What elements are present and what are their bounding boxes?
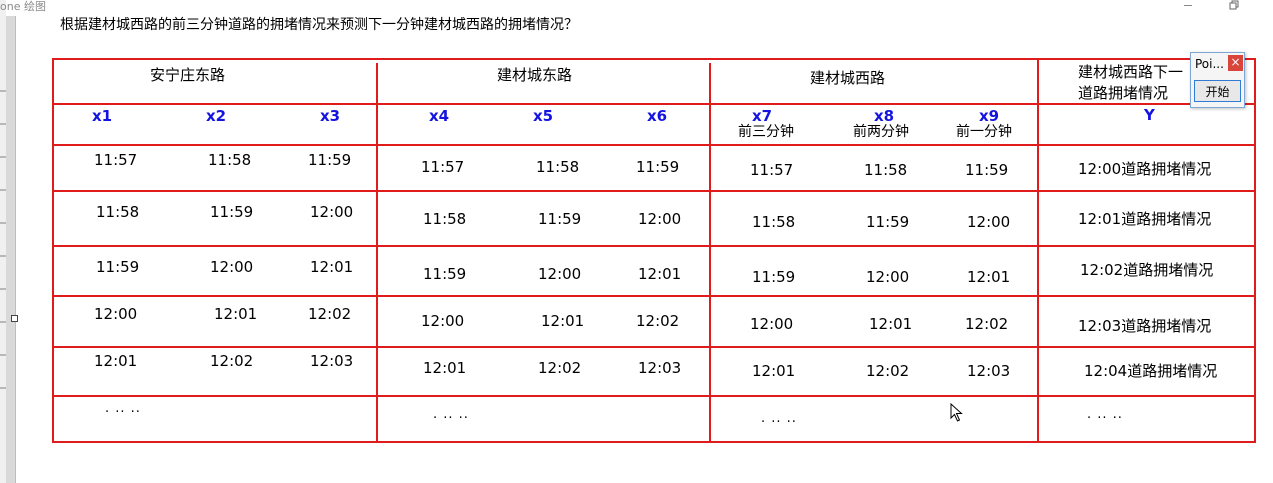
table-cell: 12:01道路拥堵情况 xyxy=(1078,210,1212,228)
group-header-jiancaicheng-west: 建材城西路 xyxy=(810,69,886,87)
group-header-anningzhuang-east: 安宁庄东路 xyxy=(150,66,226,84)
var-x4: x4 xyxy=(429,107,450,125)
table-cell: 12:00 xyxy=(750,315,794,333)
table-cell: 11:58 xyxy=(752,213,796,231)
table-cell: 12:00 xyxy=(210,258,254,276)
table-cell: 11:59 xyxy=(636,158,680,176)
var-x6: x6 xyxy=(647,107,668,125)
table-cell: 12:00 xyxy=(310,203,354,221)
table-cell: 11:57 xyxy=(421,158,465,176)
group-header-jiancaicheng-east: 建材城东路 xyxy=(497,66,573,84)
table-cell: 12:02 xyxy=(308,305,352,323)
table-cell: 12:01 xyxy=(967,268,1011,286)
table-cell: 11:59 xyxy=(210,203,254,221)
table-cell: 12:01 xyxy=(869,315,913,333)
point-popup-window[interactable]: Poi... × 开始 xyxy=(1190,52,1245,108)
table-cell: 12:00 xyxy=(866,268,910,286)
close-button[interactable]: × xyxy=(1228,55,1243,71)
var-x2: x2 xyxy=(206,107,227,125)
resize-handle[interactable] xyxy=(11,315,18,322)
table-cell: 11:59 xyxy=(538,210,582,228)
var-x1: x1 xyxy=(92,107,113,125)
table-cell: 12:01 xyxy=(541,312,585,330)
ellipsis: . .. .. xyxy=(105,401,141,416)
var-x7: x7 xyxy=(752,107,773,125)
table-cell: 12:02道路拥堵情况 xyxy=(1080,261,1214,279)
table-cell: 11:59 xyxy=(423,265,467,283)
table-cell: 11:58 xyxy=(864,161,908,179)
ellipsis: . .. .. xyxy=(433,407,469,422)
table-cell: 11:59 xyxy=(96,258,140,276)
var-x3: x3 xyxy=(320,107,341,125)
table-cell: 12:01 xyxy=(310,258,354,276)
var-y: Y xyxy=(1144,106,1155,124)
mouse-cursor-icon xyxy=(950,403,963,422)
var-x9: x9 xyxy=(979,107,1000,125)
table-cell: 12:01 xyxy=(94,352,138,370)
table-cell: 11:58 xyxy=(208,151,252,169)
table-cell: 12:03 xyxy=(967,362,1011,380)
var-x8: x8 xyxy=(874,107,895,125)
var-x5: x5 xyxy=(533,107,554,125)
table-cell: 12:04道路拥堵情况 xyxy=(1084,362,1218,380)
table-cell: 12:03 xyxy=(310,352,354,370)
table-cell: 12:00 xyxy=(638,210,682,228)
table-cell: 11:59 xyxy=(752,268,796,286)
table-cell: 12:02 xyxy=(965,315,1009,333)
minimize-icon[interactable] xyxy=(1184,5,1192,6)
group-header-congestion: 道路拥堵情况 xyxy=(1078,84,1169,102)
table-cell: 11:59 xyxy=(866,213,910,231)
table-cell: 12:02 xyxy=(866,362,910,380)
var-x8-sub: 前两分钟 xyxy=(853,124,909,140)
ellipsis: . .. .. xyxy=(761,411,797,426)
table-cell: 12:01 xyxy=(638,265,682,283)
table-cell: 12:00道路拥堵情况 xyxy=(1078,160,1212,178)
table-cell: 11:58 xyxy=(96,203,140,221)
table-cell: 12:01 xyxy=(752,362,796,380)
var-x7-sub: 前三分钟 xyxy=(738,124,794,140)
table-cell: 12:00 xyxy=(967,213,1011,231)
table-cell: 12:01 xyxy=(214,305,258,323)
table-cell: 11:58 xyxy=(536,158,580,176)
var-x9-sub: 前一分钟 xyxy=(956,124,1012,140)
table-cell: 11:58 xyxy=(423,210,467,228)
table-cell: 12:00 xyxy=(421,312,465,330)
table-cell: 12:01 xyxy=(423,359,467,377)
table-cell: 12:00 xyxy=(94,305,138,323)
restore-icon[interactable] xyxy=(1229,0,1239,10)
table-cell: 12:02 xyxy=(210,352,254,370)
start-button[interactable]: 开始 xyxy=(1194,80,1241,102)
ellipsis: . .. .. xyxy=(1087,407,1123,422)
table-cell: 11:59 xyxy=(965,161,1009,179)
left-ruler xyxy=(6,16,16,483)
table-cell: 12:02 xyxy=(636,312,680,330)
popup-title: Poi... xyxy=(1195,57,1224,71)
table-cell: 12:02 xyxy=(538,359,582,377)
table-cell: 11:57 xyxy=(94,151,138,169)
question-text: 根据建材城西路的前三分钟道路的拥堵情况来预测下一分钟建材城西路的拥堵情况？ xyxy=(60,17,578,33)
window-title: one 绘图 xyxy=(0,0,46,13)
table-cell: 11:59 xyxy=(308,151,352,169)
group-header-next: 建材城西路下一 xyxy=(1078,63,1184,81)
table-cell: 12:00 xyxy=(538,265,582,283)
table-cell: 12:03 xyxy=(638,359,682,377)
table-cell: 11:57 xyxy=(750,161,794,179)
table-cell: 12:03道路拥堵情况 xyxy=(1078,317,1212,335)
